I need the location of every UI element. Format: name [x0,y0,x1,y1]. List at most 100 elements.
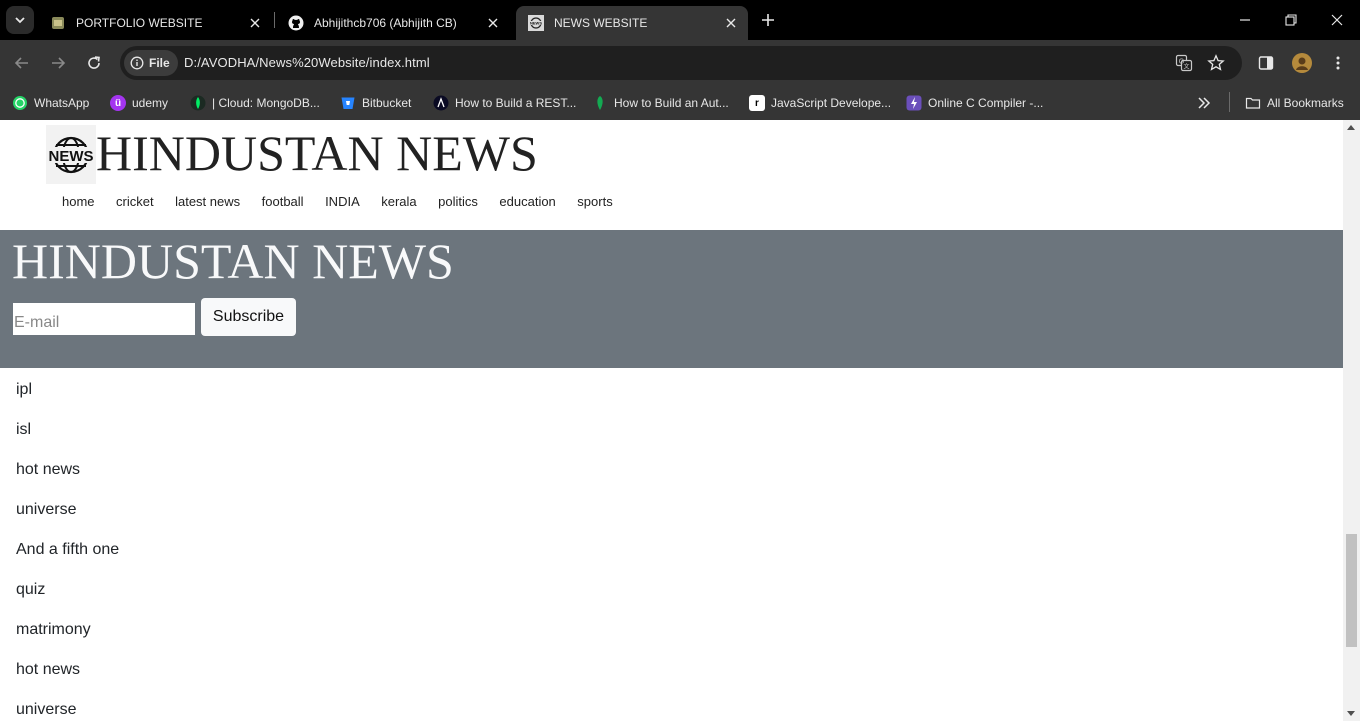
menu-button[interactable] [1324,49,1352,77]
tab-search-button[interactable] [6,6,34,34]
page-scrollbar[interactable] [1343,120,1360,721]
scroll-up-arrow-icon[interactable] [1347,125,1355,130]
bookmark-label: Online C Compiler -... [928,96,1044,110]
scroll-down-arrow-icon[interactable] [1347,711,1355,716]
list-item[interactable]: universe [16,498,119,538]
new-tab-button[interactable] [756,8,780,32]
bookmark-udemy[interactable]: ü udemy [110,91,168,115]
close-icon[interactable] [484,14,502,32]
bookmarks-overflow-button[interactable] [1197,91,1211,115]
reload-button[interactable] [80,49,108,77]
svg-text:NEWS: NEWS [530,21,542,26]
svg-text:文: 文 [1183,63,1189,71]
web-page: NEWS HINDUSTAN NEWS home cricket latest … [0,120,1343,721]
nav-link-kerala[interactable]: kerala [381,194,416,209]
news-logo: NEWS [46,125,96,184]
udemy-icon: ü [110,95,126,111]
url-text[interactable]: D:/AVODHA/News%20Website/index.html [184,55,430,70]
javascript-icon: r [749,95,765,111]
rest-icon [433,95,449,111]
bookmark-whatsapp[interactable]: WhatsApp [12,91,89,115]
list-item[interactable]: hot news [16,658,119,698]
link-list: ipl isl hot news universe And a fifth on… [16,378,119,721]
bookmark-label: How to Build a REST... [455,96,577,110]
bookmark-label: All Bookmarks [1267,96,1344,110]
list-item[interactable]: matrimony [16,618,119,658]
tab-strip: PORTFOLIO WEBSITE Abhijithcb706 (Abhijit… [0,0,1360,40]
globe-icon: NEWS [47,136,95,174]
bookmark-rest[interactable]: How to Build a REST... [433,91,576,115]
tab-portfolio[interactable]: PORTFOLIO WEBSITE [38,6,272,40]
kebab-menu-icon [1336,56,1340,70]
bookmarks-divider [1229,92,1230,112]
news-favicon-icon: NEWS [528,15,544,31]
close-icon[interactable] [722,14,740,32]
double-chevron-right-icon [1198,97,1211,109]
whatsapp-icon [12,95,28,111]
nav-link-sports[interactable]: sports [577,194,612,209]
portfolio-favicon-icon [50,15,66,31]
bookmark-auth[interactable]: How to Build an Aut... [592,91,729,115]
compiler-icon [906,95,922,111]
nav-link-home[interactable]: home [62,194,95,209]
translate-icon[interactable]: G文 [1174,53,1194,73]
nav-link-football[interactable]: football [262,194,304,209]
list-item[interactable]: universe [16,698,119,721]
email-input[interactable]: E-mail [12,302,196,336]
browser-toolbar: File D:/AVODHA/News%20Website/index.html… [0,40,1360,86]
bookmark-mongodb[interactable]: | Cloud: MongoDB... [190,91,320,115]
star-icon[interactable] [1206,53,1226,73]
bookmark-label: udemy [132,96,169,110]
address-bar[interactable]: File D:/AVODHA/News%20Website/index.html… [120,46,1242,80]
tab-title: NEWS WEBSITE [554,16,648,30]
chevron-down-icon [15,17,25,24]
bookmark-label: JavaScript Develope... [771,96,892,110]
close-window-button[interactable] [1314,0,1360,40]
list-item[interactable]: ipl [16,378,119,418]
bookmark-label: WhatsApp [34,96,90,110]
list-item[interactable]: isl [16,418,119,458]
github-icon [288,15,304,31]
bookmark-label: Bitbucket [362,96,412,110]
nav-link-latest-news[interactable]: latest news [175,194,240,209]
site-info-chip[interactable]: File [124,50,178,76]
subscribe-button[interactable]: Subscribe [201,298,296,336]
bookmark-label: | Cloud: MongoDB... [212,96,320,110]
nav-link-education[interactable]: education [499,194,555,209]
reload-icon [88,56,100,69]
bookmark-javascript[interactable]: r JavaScript Develope... [749,91,891,115]
bookmark-bitbucket[interactable]: Bitbucket [340,91,411,115]
list-item[interactable]: hot news [16,458,119,498]
side-panel-button[interactable] [1252,49,1280,77]
all-bookmarks-button[interactable]: All Bookmarks [1245,91,1344,115]
tab-title: Abhijithcb706 (Abhijith CB) [314,16,457,30]
close-icon[interactable] [246,14,264,32]
restore-button[interactable] [1268,0,1314,40]
mongodb-icon [190,95,206,111]
bookmark-label: How to Build an Aut... [614,96,729,110]
main-nav: home cricket latest news football INDIA … [62,194,634,209]
bitbucket-icon [340,95,356,111]
nav-link-cricket[interactable]: cricket [116,194,154,209]
tab-github[interactable]: Abhijithcb706 (Abhijith CB) [276,6,510,40]
nav-link-india[interactable]: INDIA [325,194,360,209]
site-brand-title: HINDUSTAN NEWS [96,125,538,181]
arrow-right-icon [52,57,66,69]
minimize-button[interactable] [1222,0,1268,40]
close-icon [1331,14,1343,26]
side-panel-icon [1258,56,1274,70]
profile-button[interactable] [1288,49,1316,77]
scrollbar-thumb[interactable] [1346,534,1357,647]
nav-link-politics[interactable]: politics [438,194,478,209]
subscribe-banner: HINDUSTAN NEWS E-mail Subscribe [0,230,1343,368]
bookmark-compiler[interactable]: Online C Compiler -... [906,91,1043,115]
chip-label: File [149,56,170,70]
info-icon [130,56,144,70]
back-button[interactable] [8,49,36,77]
forward-button[interactable] [44,49,72,77]
tab-news-website[interactable]: NEWS NEWS WEBSITE [516,6,748,40]
list-item[interactable]: quiz [16,578,119,618]
list-item[interactable]: And a fifth one [16,538,119,578]
avatar [1292,53,1312,73]
arrow-left-icon [14,57,28,69]
